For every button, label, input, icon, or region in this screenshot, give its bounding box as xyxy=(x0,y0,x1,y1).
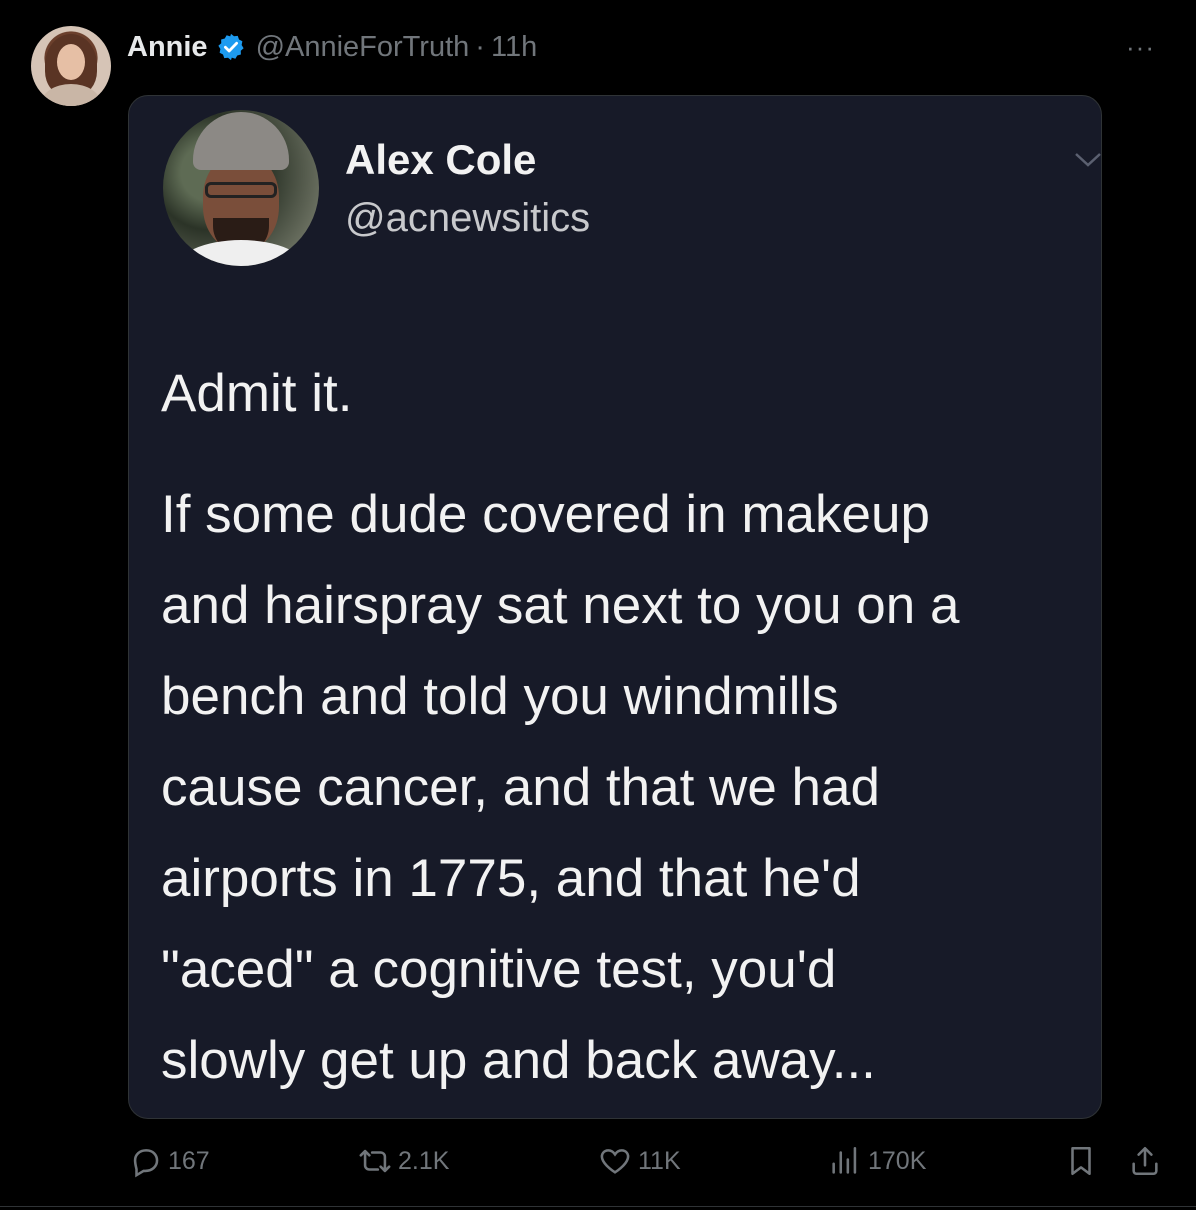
embedded-avatar-shirt xyxy=(175,240,307,266)
divider xyxy=(0,1206,1196,1207)
author-name[interactable]: Annie xyxy=(127,31,208,64)
reply-button[interactable]: 167 xyxy=(128,1144,210,1178)
chevron-down-icon xyxy=(1075,153,1101,167)
tweet-timestamp[interactable]: 11h xyxy=(491,31,537,64)
embedded-post-lead: Admit it. xyxy=(161,364,353,423)
bookmark-icon xyxy=(1071,1146,1091,1176)
like-count: 11K xyxy=(638,1146,681,1175)
embedded-avatar-glasses xyxy=(205,182,277,198)
embedded-post-body: If some dude covered in makeup and hairs… xyxy=(161,485,960,1090)
embedded-avatar xyxy=(163,110,319,266)
more-options-icon[interactable]: ··· xyxy=(1126,32,1155,63)
author-avatar[interactable] xyxy=(31,26,111,106)
embedded-author-name: Alex Cole xyxy=(345,136,537,183)
retweet-count: 2.1K xyxy=(398,1146,450,1175)
views-count: 170K xyxy=(868,1146,927,1175)
action-bar: 167 2.1K 11K 170K xyxy=(128,1144,1168,1184)
analytics-icon xyxy=(832,1146,857,1174)
heart-icon xyxy=(600,1149,630,1174)
embedded-avatar-beanie xyxy=(193,112,289,170)
retweet-icon xyxy=(359,1149,391,1173)
embedded-author-handle: @acnewsitics xyxy=(345,196,591,240)
share-icon xyxy=(1132,1146,1158,1176)
reply-icon xyxy=(133,1149,159,1178)
avatar-face xyxy=(57,44,85,80)
reply-count: 167 xyxy=(168,1146,210,1175)
author-handle[interactable]: @AnnieForTruth xyxy=(256,31,470,64)
share-button[interactable] xyxy=(1128,1144,1168,1178)
separator-dot: · xyxy=(475,30,485,63)
tweet: Annie @AnnieForTruth · 11h ··· Alex Cole… xyxy=(0,0,1196,1210)
like-button[interactable]: 11K xyxy=(598,1144,681,1178)
tweet-header: Annie @AnnieForTruth · 11h xyxy=(127,27,537,67)
embedded-post-text: Admit it. If some dude covered in makeup… xyxy=(161,348,1091,1106)
embedded-image[interactable]: Alex Cole @acnewsitics Admit it. If some… xyxy=(128,95,1102,1119)
retweet-button[interactable]: 2.1K xyxy=(358,1144,449,1178)
verified-badge-icon xyxy=(217,33,244,61)
bookmark-button[interactable] xyxy=(1064,1144,1104,1178)
views-button[interactable]: 170K xyxy=(828,1144,926,1178)
